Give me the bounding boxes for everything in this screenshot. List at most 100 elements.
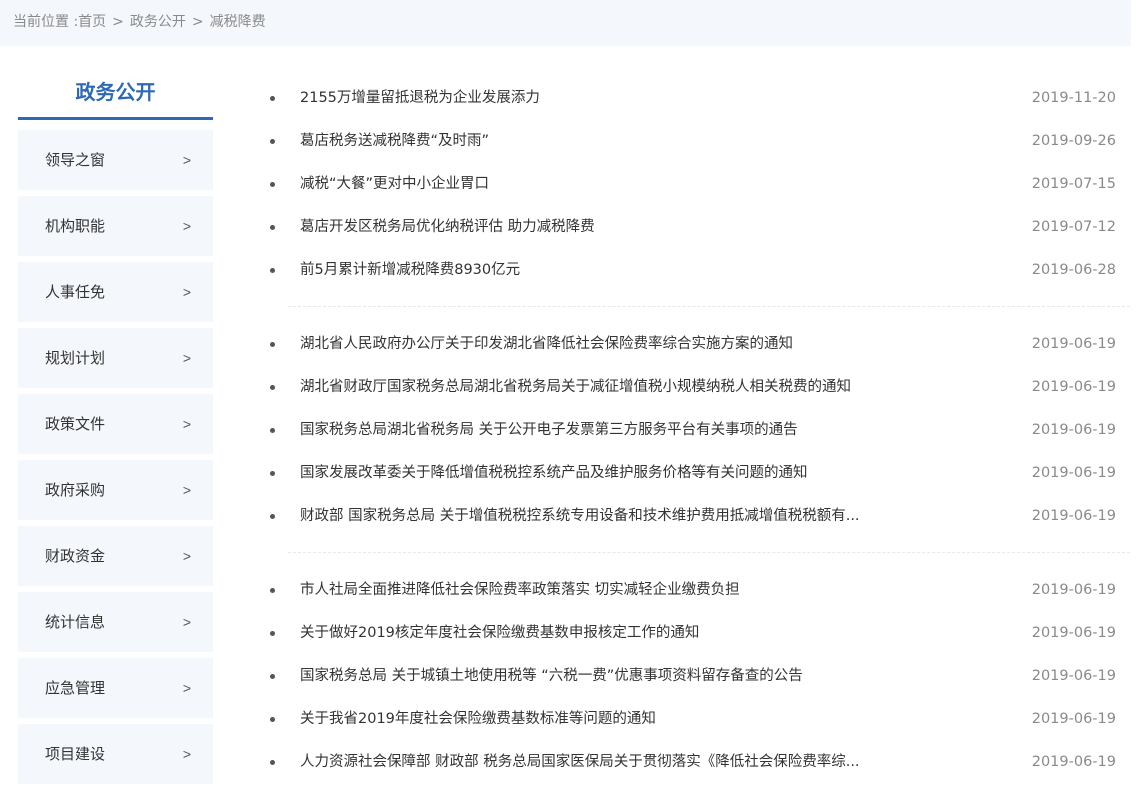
news-title-link[interactable]: 湖北省人民政府办公厅关于印发湖北省降低社会保险费率综合实施方案的通知 (300, 336, 793, 352)
list-item: 减税“大餐”更对中小企业胃口 2019-07-15 (260, 163, 1130, 206)
sidebar-item-label: 统计信息 (45, 613, 106, 631)
bullet-icon (270, 717, 275, 722)
news-date: 2019-07-12 (1031, 219, 1116, 235)
group-gap (260, 307, 1130, 323)
bullet-icon (270, 471, 275, 476)
bullet-icon (270, 182, 275, 187)
news-list: 2155万增量留抵退税为企业发展添力 2019-11-20 葛店税务送减税降费“及时… (260, 77, 1130, 784)
chevron-right-icon: > (182, 350, 191, 366)
breadcrumb-prefix: 当前位置 : (13, 14, 79, 30)
chevron-right-icon: > (182, 614, 191, 630)
news-date: 2019-06-19 (1031, 465, 1116, 481)
sidebar-item-8[interactable]: 应急管理 > (18, 658, 213, 718)
bullet-icon (270, 268, 275, 273)
news-title-link[interactable]: 国家税务总局 关于城镇土地使用税等 “六税一费”优惠事项资料留存备查的公告 (300, 668, 803, 684)
sidebar-item-0[interactable]: 领导之窗 > (18, 130, 213, 190)
chevron-right-icon: > (182, 284, 191, 300)
breadcrumb: 当前位置 :首页 > 政务公开 > 减税降费 (0, 0, 1131, 46)
sidebar-item-6[interactable]: 财政资金 > (18, 526, 213, 586)
news-title-link[interactable]: 人力资源社会保障部 财政部 税务总局国家医保局关于贯彻落实《降低社会保险费率综.… (300, 754, 860, 770)
bullet-icon (270, 96, 275, 101)
breadcrumb-separator: > (191, 14, 204, 30)
news-group: 市人社局全面推进降低社会保险费率政策落实 切实减轻企业缴费负担 2019-06-1… (260, 569, 1130, 784)
news-date: 2019-11-20 (1031, 90, 1116, 106)
sidebar-item-2[interactable]: 人事任免 > (18, 262, 213, 322)
bullet-icon (270, 760, 275, 765)
sidebar-item-label: 领导之窗 (45, 151, 106, 169)
news-title-link[interactable]: 减税“大餐”更对中小企业胃口 (300, 176, 489, 192)
sidebar-item-1[interactable]: 机构职能 > (18, 196, 213, 256)
list-item: 2155万增量留抵退税为企业发展添力 2019-11-20 (260, 77, 1130, 120)
sidebar-item-4[interactable]: 政策文件 > (18, 394, 213, 454)
sidebar-item-3[interactable]: 规划计划 > (18, 328, 213, 388)
news-date: 2019-06-19 (1031, 582, 1116, 598)
chevron-right-icon: > (182, 416, 191, 432)
bullet-icon (270, 514, 275, 519)
news-title-link[interactable]: 财政部 国家税务总局 关于增值税税控系统专用设备和技术维护费用抵减增值税税额有.… (300, 508, 860, 524)
list-item: 国家发展改革委关于降低增值税税控系统产品及维护服务价格等有关问题的通知 2019-… (260, 452, 1130, 495)
sidebar-title: 政务公开 (18, 68, 213, 120)
news-title-link[interactable]: 葛店开发区税务局优化纳税评估 助力减税降费 (300, 219, 595, 235)
sidebar-item-7[interactable]: 统计信息 > (18, 592, 213, 652)
list-item: 市人社局全面推进降低社会保险费率政策落实 切实减轻企业缴费负担 2019-06-1… (260, 569, 1130, 612)
breadcrumb-separator: > (112, 14, 124, 30)
list-item: 国家税务总局 关于城镇土地使用税等 “六税一费”优惠事项资料留存备查的公告 201… (260, 655, 1130, 698)
news-title-link[interactable]: 葛店税务送减税降费“及时雨” (300, 133, 489, 149)
group-divider (288, 292, 1130, 307)
news-title-link[interactable]: 国家税务总局湖北省税务局 关于公开电子发票第三方服务平台有关事项的通告 (300, 422, 798, 438)
news-date: 2019-06-19 (1031, 668, 1116, 684)
list-item: 前5月累计新增减税降费8930亿元 2019-06-28 (260, 249, 1130, 292)
chevron-right-icon: > (182, 152, 191, 168)
sidebar-item-label: 财政资金 (45, 547, 106, 565)
breadcrumb-home-link[interactable]: 首页 (78, 14, 106, 30)
news-title-link[interactable]: 湖北省财政厅国家税务总局湖北省税务局关于减征增值税小规模纳税人相关税费的通知 (300, 379, 851, 395)
news-date: 2019-06-19 (1031, 754, 1116, 770)
sidebar-item-label: 人事任免 (45, 283, 106, 301)
sidebar-list: 领导之窗 > 机构职能 > 人事任免 > 规划计划 > 政策文件 > 政府采购 > 财政资金 > 统计信息 >… (18, 130, 213, 784)
sidebar-item-label: 政策文件 (45, 415, 106, 433)
news-date: 2019-06-19 (1031, 422, 1116, 438)
group-divider (288, 538, 1130, 553)
bullet-icon (270, 428, 275, 433)
list-item: 关于做好2019核定年度社会保险缴费基数申报核定工作的通知 2019-06-19 (260, 612, 1130, 655)
news-group: 2155万增量留抵退税为企业发展添力 2019-11-20 葛店税务送减税降费“及时… (260, 77, 1130, 292)
list-item: 财政部 国家税务总局 关于增值税税控系统专用设备和技术维护费用抵减增值税税额有.… (260, 495, 1130, 538)
bullet-icon (270, 139, 275, 144)
chevron-right-icon: > (182, 548, 191, 564)
news-date: 2019-06-19 (1031, 508, 1116, 524)
bullet-icon (270, 631, 275, 636)
chevron-right-icon: > (182, 218, 191, 234)
list-item: 葛店税务送减税降费“及时雨” 2019-09-26 (260, 120, 1130, 163)
news-title-link[interactable]: 前5月累计新增减税降费8930亿元 (300, 262, 520, 278)
news-date: 2019-09-26 (1031, 133, 1116, 149)
news-date: 2019-06-28 (1031, 262, 1116, 278)
sidebar-item-5[interactable]: 政府采购 > (18, 460, 213, 520)
list-item: 湖北省人民政府办公厅关于印发湖北省降低社会保险费率综合实施方案的通知 2019-0… (260, 323, 1130, 366)
breadcrumb-zwgk-link[interactable]: 政务公开 (130, 14, 186, 30)
sidebar-item-9[interactable]: 项目建设 > (18, 724, 213, 784)
news-date: 2019-06-19 (1031, 625, 1116, 641)
bullet-icon (270, 674, 275, 679)
sidebar-item-label: 政府采购 (45, 481, 106, 499)
bullet-icon (270, 385, 275, 390)
sidebar-item-label: 规划计划 (45, 349, 106, 367)
news-date: 2019-07-15 (1031, 176, 1116, 192)
news-title-link[interactable]: 关于我省2019年度社会保险缴费基数标准等问题的通知 (300, 711, 656, 727)
breadcrumb-current[interactable]: 减税降费 (210, 14, 266, 30)
group-gap (260, 553, 1130, 569)
chevron-right-icon: > (182, 746, 191, 762)
news-date: 2019-06-19 (1031, 336, 1116, 352)
list-item: 人力资源社会保障部 财政部 税务总局国家医保局关于贯彻落实《降低社会保险费率综.… (260, 741, 1130, 784)
list-item: 湖北省财政厅国家税务总局湖北省税务局关于减征增值税小规模纳税人相关税费的通知 20… (260, 366, 1130, 409)
list-item: 国家税务总局湖北省税务局 关于公开电子发票第三方服务平台有关事项的通告 2019-… (260, 409, 1130, 452)
list-item: 葛店开发区税务局优化纳税评估 助力减税降费 2019-07-12 (260, 206, 1130, 249)
bullet-icon (270, 225, 275, 230)
news-title-link[interactable]: 2155万增量留抵退税为企业发展添力 (300, 90, 540, 106)
news-title-link[interactable]: 关于做好2019核定年度社会保险缴费基数申报核定工作的通知 (300, 625, 699, 641)
list-item: 关于我省2019年度社会保险缴费基数标准等问题的通知 2019-06-19 (260, 698, 1130, 741)
news-title-link[interactable]: 国家发展改革委关于降低增值税税控系统产品及维护服务价格等有关问题的通知 (300, 465, 808, 481)
news-date: 2019-06-19 (1031, 711, 1116, 727)
news-title-link[interactable]: 市人社局全面推进降低社会保险费率政策落实 切实减轻企业缴费负担 (300, 582, 740, 598)
sidebar: 政务公开 领导之窗 > 机构职能 > 人事任免 > 规划计划 > 政策文件 > 政府采购 > 财政资金 >… (18, 68, 213, 789)
sidebar-item-label: 机构职能 (45, 217, 106, 235)
